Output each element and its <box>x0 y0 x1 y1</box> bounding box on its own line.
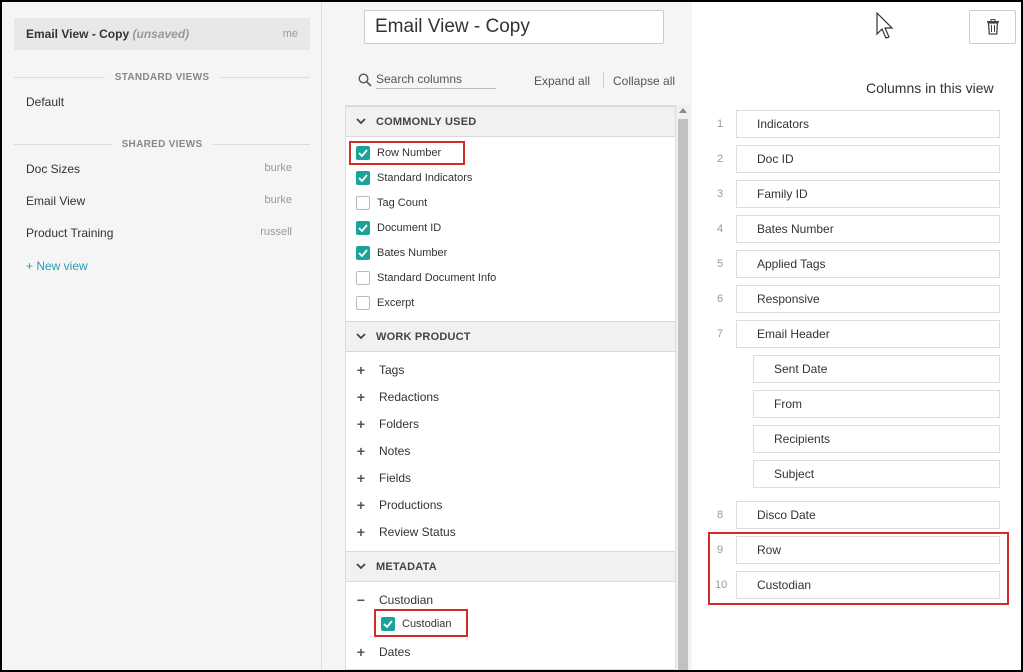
column-option-document-id[interactable]: Document ID <box>356 221 441 235</box>
column-search <box>358 70 496 89</box>
shared-views-header: SHARED VIEWS <box>14 139 310 150</box>
view-column-responsive[interactable]: Responsive <box>736 285 1000 313</box>
view-column-disco-date[interactable]: Disco Date <box>736 501 1000 529</box>
app-window: Email View - Copy (unsaved) me STANDARD … <box>0 0 1023 672</box>
scroll-up-arrow-icon[interactable] <box>679 108 687 113</box>
view-column-family-id[interactable]: Family ID <box>736 180 1000 208</box>
sidebar-item-doc-sizes[interactable]: Doc Sizes burke <box>26 162 292 176</box>
views-sidebar: Email View - Copy (unsaved) me STANDARD … <box>2 2 322 670</box>
checkbox-checked[interactable] <box>356 246 370 260</box>
plus-icon: + <box>356 416 366 432</box>
plus-icon: + <box>356 443 366 459</box>
chevron-down-icon <box>356 563 366 570</box>
view-subcolumn-subject[interactable]: Subject <box>753 460 1000 488</box>
view-column-applied-tags[interactable]: Applied Tags <box>736 250 1000 278</box>
plus-icon: + <box>356 470 366 486</box>
unsaved-label: (unsaved) <box>132 27 190 41</box>
column-group-redactions[interactable]: + Redactions <box>356 389 439 405</box>
sidebar-item-product-training[interactable]: Product Training russell <box>26 226 292 240</box>
current-view-name: Email View - Copy (unsaved) <box>26 27 190 41</box>
column-option-excerpt[interactable]: Excerpt <box>356 296 414 310</box>
checkbox-unchecked[interactable] <box>356 196 370 210</box>
new-view-link[interactable]: + New view <box>26 259 88 273</box>
column-group-productions[interactable]: + Productions <box>356 497 442 513</box>
expand-all-link[interactable]: Expand all <box>534 74 590 88</box>
view-column-doc-id[interactable]: Doc ID <box>736 145 1000 173</box>
plus-icon: + <box>356 644 366 660</box>
mouse-pointer-icon <box>876 12 894 39</box>
plus-icon: + <box>356 524 366 540</box>
view-column-email-header[interactable]: Email Header <box>736 320 1000 348</box>
column-option-standard-indicators[interactable]: Standard Indicators <box>356 171 472 185</box>
sidebar-item-default[interactable]: Default <box>26 95 292 109</box>
view-subcolumn-sent-date[interactable]: Sent Date <box>753 355 1000 383</box>
plus-icon: + <box>356 497 366 513</box>
column-group-folders[interactable]: + Folders <box>356 416 419 432</box>
column-group-custodian[interactable]: − Custodian <box>356 592 433 608</box>
checkbox-unchecked[interactable] <box>356 271 370 285</box>
chevron-down-icon <box>356 333 366 340</box>
link-divider <box>603 72 604 88</box>
group-metadata[interactable]: METADATA <box>346 551 675 582</box>
chevron-down-icon <box>356 118 366 125</box>
plus-icon: + <box>356 362 366 378</box>
search-columns-input[interactable] <box>376 70 496 89</box>
standard-views-header: STANDARD VIEWS <box>14 72 311 83</box>
search-icon <box>358 72 372 87</box>
view-column-indicators[interactable]: Indicators <box>736 110 1000 138</box>
collapse-all-link[interactable]: Collapse all <box>613 74 675 88</box>
view-subcolumn-from[interactable]: From <box>753 390 1000 418</box>
column-group-notes[interactable]: + Notes <box>356 443 410 459</box>
highlight-new-columns <box>708 532 1009 605</box>
view-column-bates-number[interactable]: Bates Number <box>736 215 1000 243</box>
current-view-owner: me <box>282 28 298 40</box>
minus-icon: − <box>356 592 366 608</box>
checkbox-checked[interactable] <box>356 221 370 235</box>
column-list: COMMONLY USED Row Number Standard Indica… <box>345 105 676 670</box>
columns-in-view-title: Columns in this view <box>866 80 994 96</box>
column-group-review-status[interactable]: + Review Status <box>356 524 456 540</box>
plus-icon: + <box>356 389 366 405</box>
checkbox-unchecked[interactable] <box>356 296 370 310</box>
trash-icon <box>986 19 999 35</box>
current-view-item[interactable]: Email View - Copy (unsaved) me <box>14 18 310 50</box>
column-option-bates-number[interactable]: Bates Number <box>356 246 447 260</box>
column-option-standard-document-info[interactable]: Standard Document Info <box>356 271 496 285</box>
column-group-tags[interactable]: + Tags <box>356 362 404 378</box>
group-work-product[interactable]: WORK PRODUCT <box>346 321 675 352</box>
highlight-row-number <box>349 141 465 165</box>
delete-view-button[interactable] <box>969 10 1016 44</box>
group-commonly-used[interactable]: COMMONLY USED <box>346 106 675 137</box>
column-list-scrollbar[interactable] <box>676 105 690 670</box>
highlight-custodian-option <box>374 609 468 637</box>
view-name-input[interactable] <box>364 10 664 44</box>
column-group-fields[interactable]: + Fields <box>356 470 411 486</box>
column-group-dates[interactable]: + Dates <box>356 644 410 660</box>
sidebar-item-email-view[interactable]: Email View burke <box>26 194 292 208</box>
column-option-tag-count[interactable]: Tag Count <box>356 196 427 210</box>
view-subcolumn-recipients[interactable]: Recipients <box>753 425 1000 453</box>
scroll-thumb[interactable] <box>678 119 688 670</box>
checkbox-checked[interactable] <box>356 171 370 185</box>
